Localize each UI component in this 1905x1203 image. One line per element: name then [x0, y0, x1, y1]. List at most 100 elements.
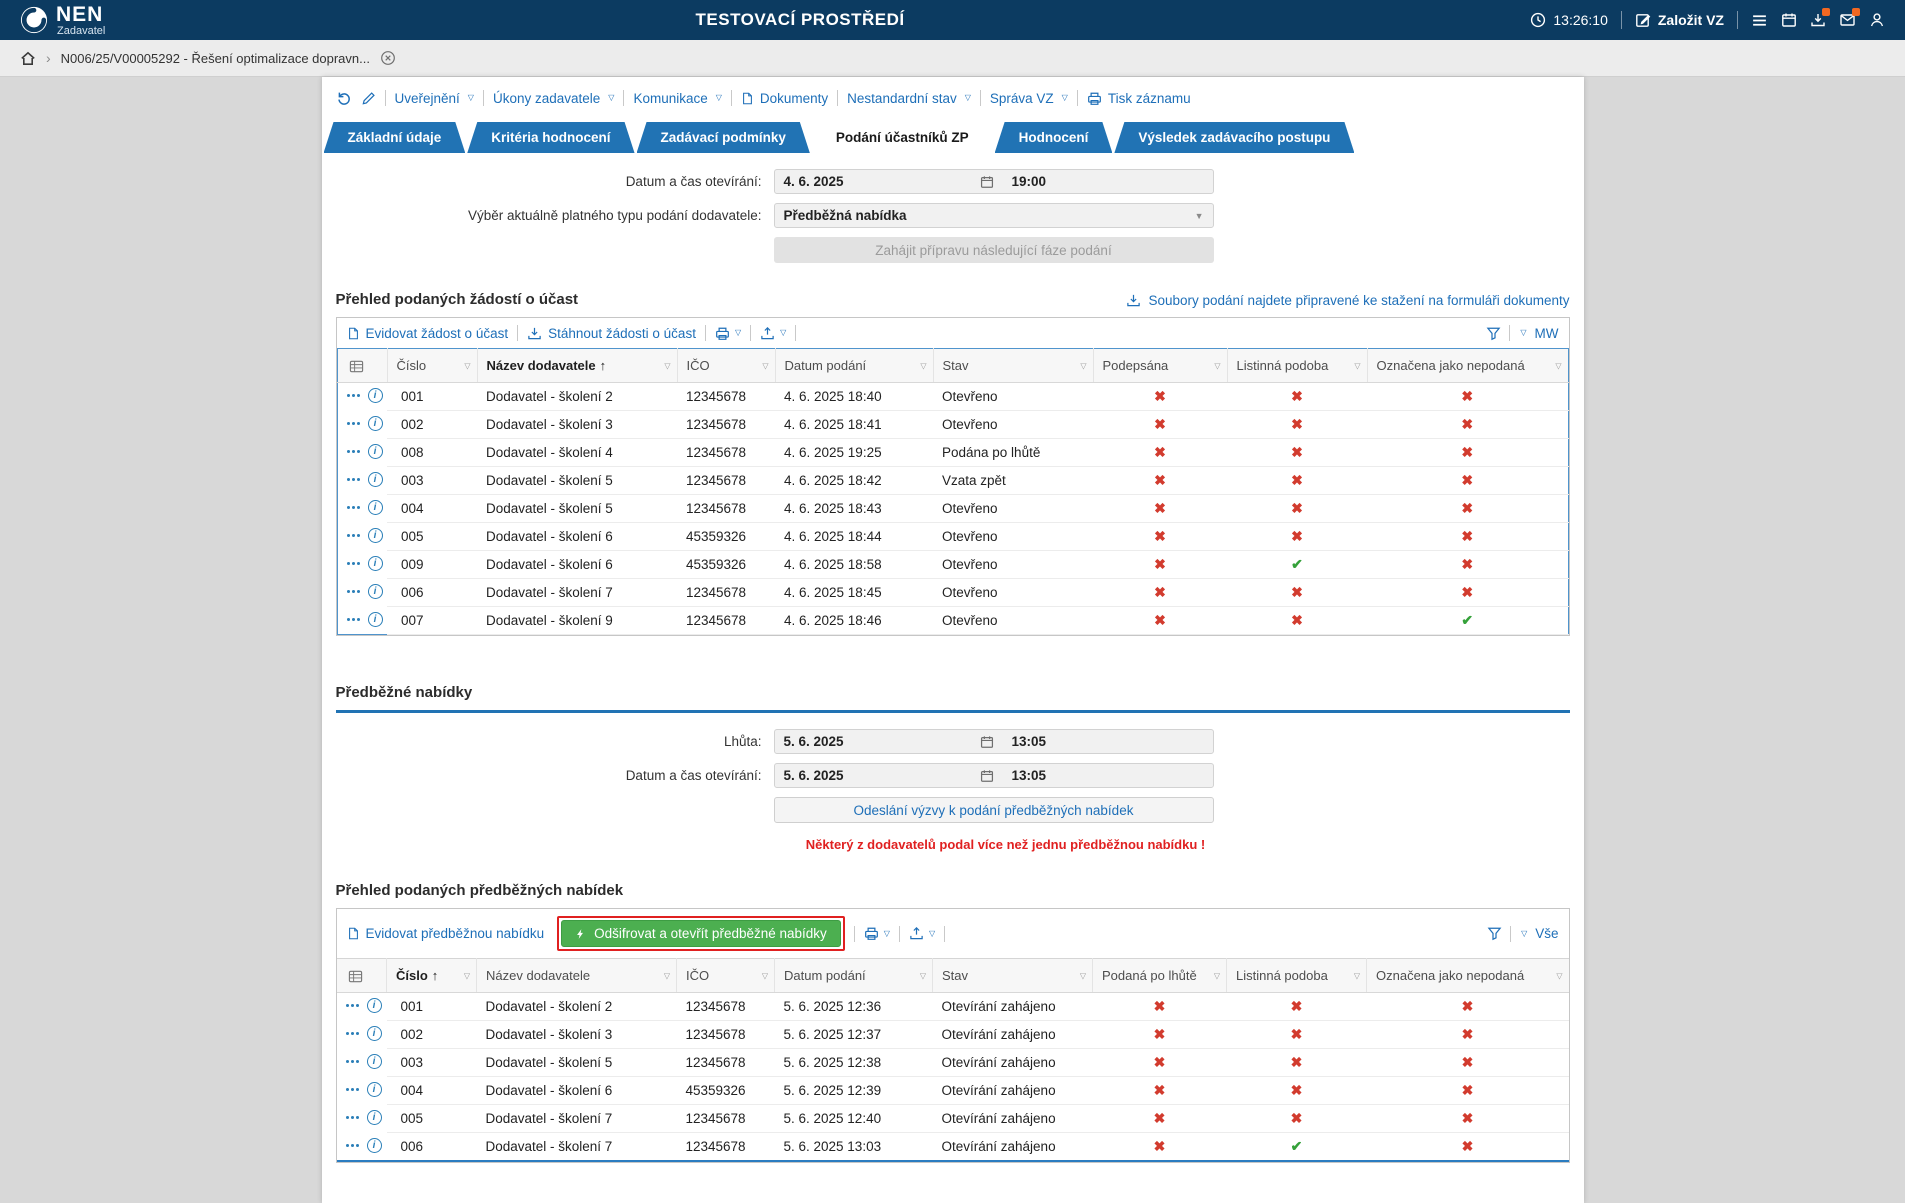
table-row[interactable]: i004Dodavatel - školení 6453593265. 6. 2… [337, 1077, 1569, 1105]
column-header-datum-podani[interactable]: Datum podání▽ [775, 349, 933, 383]
info-icon[interactable]: i [368, 388, 383, 403]
filter-preset-label[interactable]: Vše [1535, 926, 1558, 941]
profile-icon[interactable] [1869, 12, 1885, 28]
action-komunikace[interactable]: Komunikace▽ [633, 91, 721, 106]
row-actions-icon[interactable] [347, 422, 360, 425]
action-ukony-zadavatele[interactable]: Úkony zadavatele▽ [493, 91, 614, 106]
filter-chevron-icon[interactable]: ▽ [1555, 361, 1561, 370]
filter-chevron-icon[interactable]: ▽ [1080, 971, 1086, 980]
column-header-cislo[interactable]: Číslo▽ [387, 349, 477, 383]
info-icon[interactable]: i [368, 472, 383, 487]
calendar-icon[interactable] [980, 769, 994, 783]
info-icon[interactable]: i [368, 556, 383, 571]
info-icon[interactable]: i [368, 444, 383, 459]
downloads-icon[interactable] [1810, 12, 1826, 28]
table-row[interactable]: i003Dodavatel - školení 5123456785. 6. 2… [337, 1049, 1569, 1077]
row-actions-icon[interactable] [347, 450, 360, 453]
table-row[interactable]: i002Dodavatel - školení 3123456784. 6. 2… [337, 411, 1568, 439]
column-header-listinna-podoba[interactable]: Listinná podoba▽ [1227, 349, 1367, 383]
filter-chevron-icon[interactable]: ▽ [1354, 971, 1360, 980]
filter-chevron-icon[interactable]: ▽ [1556, 971, 1562, 980]
table-row[interactable]: i008Dodavatel - školení 4123456784. 6. 2… [337, 439, 1568, 467]
action-sprava-vz[interactable]: Správa VZ▽ [990, 91, 1068, 106]
filter-chevron-icon[interactable]: ▽ [664, 971, 670, 980]
table-settings-icon[interactable] [337, 349, 387, 383]
breadcrumb-item[interactable]: N006/25/V00005292 - Řešení optimalizace … [61, 51, 370, 66]
filter-chevron-icon[interactable]: ▽ [762, 971, 768, 980]
deadline-input[interactable]: 5. 6. 2025 13:05 [774, 729, 1214, 754]
opening-date-value[interactable]: 4. 6. 2025 [784, 174, 976, 189]
row-actions-icon[interactable] [346, 1116, 359, 1119]
info-icon[interactable]: i [368, 416, 383, 431]
filter-chevron-icon[interactable]: ▽ [920, 971, 926, 980]
table-row[interactable]: i002Dodavatel - školení 3123456785. 6. 2… [337, 1021, 1569, 1049]
column-header-podana-po-lhute[interactable]: Podaná po lhůtě▽ [1093, 959, 1227, 993]
column-header-oznacena-jako-nepodana[interactable]: Označena jako nepodaná▽ [1367, 349, 1568, 383]
column-header-nazev-dodavatele[interactable]: Název dodavatele↑▽ [477, 349, 677, 383]
deadline-date-value[interactable]: 5. 6. 2025 [784, 734, 976, 749]
filter-chevron-icon[interactable]: ▽ [920, 361, 926, 370]
table-row[interactable]: i003Dodavatel - školení 5123456784. 6. 2… [337, 467, 1568, 495]
filter-chevron-icon[interactable]: ▽ [464, 971, 470, 980]
tab-zakladni-udaje[interactable]: Základní údaje [324, 122, 466, 153]
action-tisk-zaznamu[interactable]: Tisk záznamu [1087, 91, 1191, 106]
table-row[interactable]: i004Dodavatel - školení 5123456784. 6. 2… [337, 495, 1568, 523]
filter-chevron-icon[interactable]: ▽ [464, 361, 470, 370]
filter-chevron-icon[interactable]: ▽ [1080, 361, 1086, 370]
filter-chevron-icon[interactable]: ▽ [1521, 930, 1527, 938]
table-row[interactable]: i009Dodavatel - školení 6453593264. 6. 2… [337, 551, 1568, 579]
column-header-stav[interactable]: Stav▽ [933, 349, 1093, 383]
filter-chevron-icon[interactable]: ▽ [762, 361, 768, 370]
info-icon[interactable]: i [368, 612, 383, 627]
column-header-listinna-podoba[interactable]: Listinná podoba▽ [1227, 959, 1367, 993]
info-icon[interactable]: i [367, 1026, 382, 1041]
prelim-opening-date-value[interactable]: 5. 6. 2025 [784, 768, 976, 783]
files-download-link[interactable]: Soubory podání najdete připravené ke sta… [1126, 293, 1569, 308]
filter-chevron-icon[interactable]: ▽ [1354, 361, 1360, 370]
row-actions-icon[interactable] [346, 1004, 359, 1007]
row-actions-icon[interactable] [347, 478, 360, 481]
row-actions-icon[interactable] [346, 1060, 359, 1063]
column-header-ico[interactable]: IČO▽ [677, 349, 775, 383]
opening-time-value[interactable]: 19:00 [998, 174, 1204, 189]
info-icon[interactable]: i [367, 1082, 382, 1097]
history-icon[interactable] [336, 90, 352, 106]
tab-hodnoceni[interactable]: Hodnocení [995, 122, 1113, 153]
row-actions-icon[interactable] [347, 590, 360, 593]
column-header-stav[interactable]: Stav▽ [933, 959, 1093, 993]
close-tab-icon[interactable] [380, 50, 396, 66]
print-button[interactable]: ▽ [864, 926, 890, 941]
row-actions-icon[interactable] [346, 1032, 359, 1035]
row-actions-icon[interactable] [347, 534, 360, 537]
table-row[interactable]: i001Dodavatel - školení 2123456784. 6. 2… [337, 383, 1568, 411]
column-header-nazev-dodavatele[interactable]: Název dodavatele▽ [477, 959, 677, 993]
export-button[interactable]: ▽ [760, 326, 786, 341]
column-header-podepsana[interactable]: Podepsána▽ [1093, 349, 1227, 383]
home-icon[interactable] [20, 50, 36, 66]
column-header-datum-podani[interactable]: Datum podání▽ [775, 959, 933, 993]
calendar-icon[interactable] [1781, 12, 1797, 28]
row-actions-icon[interactable] [346, 1088, 359, 1091]
info-icon[interactable]: i [367, 1054, 382, 1069]
table-row[interactable]: i006Dodavatel - školení 7123456785. 6. 2… [337, 1133, 1569, 1162]
table-row[interactable]: i001Dodavatel - školení 2123456785. 6. 2… [337, 993, 1569, 1021]
row-actions-icon[interactable] [347, 394, 360, 397]
column-header-cislo[interactable]: Číslo↑▽ [387, 959, 477, 993]
filter-button[interactable] [1487, 926, 1502, 941]
row-actions-icon[interactable] [347, 506, 360, 509]
next-phase-button[interactable]: Zahájit přípravu následující fáze podání [774, 237, 1214, 263]
info-icon[interactable]: i [368, 528, 383, 543]
prelim-opening-time-value[interactable]: 13:05 [998, 768, 1204, 783]
messages-icon[interactable] [1839, 12, 1856, 28]
opening-datetime-input[interactable]: 4. 6. 2025 19:00 [774, 169, 1214, 194]
row-actions-icon[interactable] [347, 618, 360, 621]
info-icon[interactable]: i [367, 998, 382, 1013]
send-invitation-button[interactable]: Odeslání výzvy k podání předběžných nabí… [774, 797, 1214, 823]
row-actions-icon[interactable] [346, 1144, 359, 1147]
deadline-time-value[interactable]: 13:05 [998, 734, 1204, 749]
filter-chevron-icon[interactable]: ▽ [1214, 971, 1220, 980]
nen-logo[interactable]: NEN Zadavatel [20, 4, 105, 37]
table-row[interactable]: i006Dodavatel - školení 7123456784. 6. 2… [337, 579, 1568, 607]
filter-chevron-icon[interactable]: ▽ [1520, 329, 1526, 337]
register-offer-button[interactable]: Evidovat předběžnou nabídku [347, 926, 545, 941]
